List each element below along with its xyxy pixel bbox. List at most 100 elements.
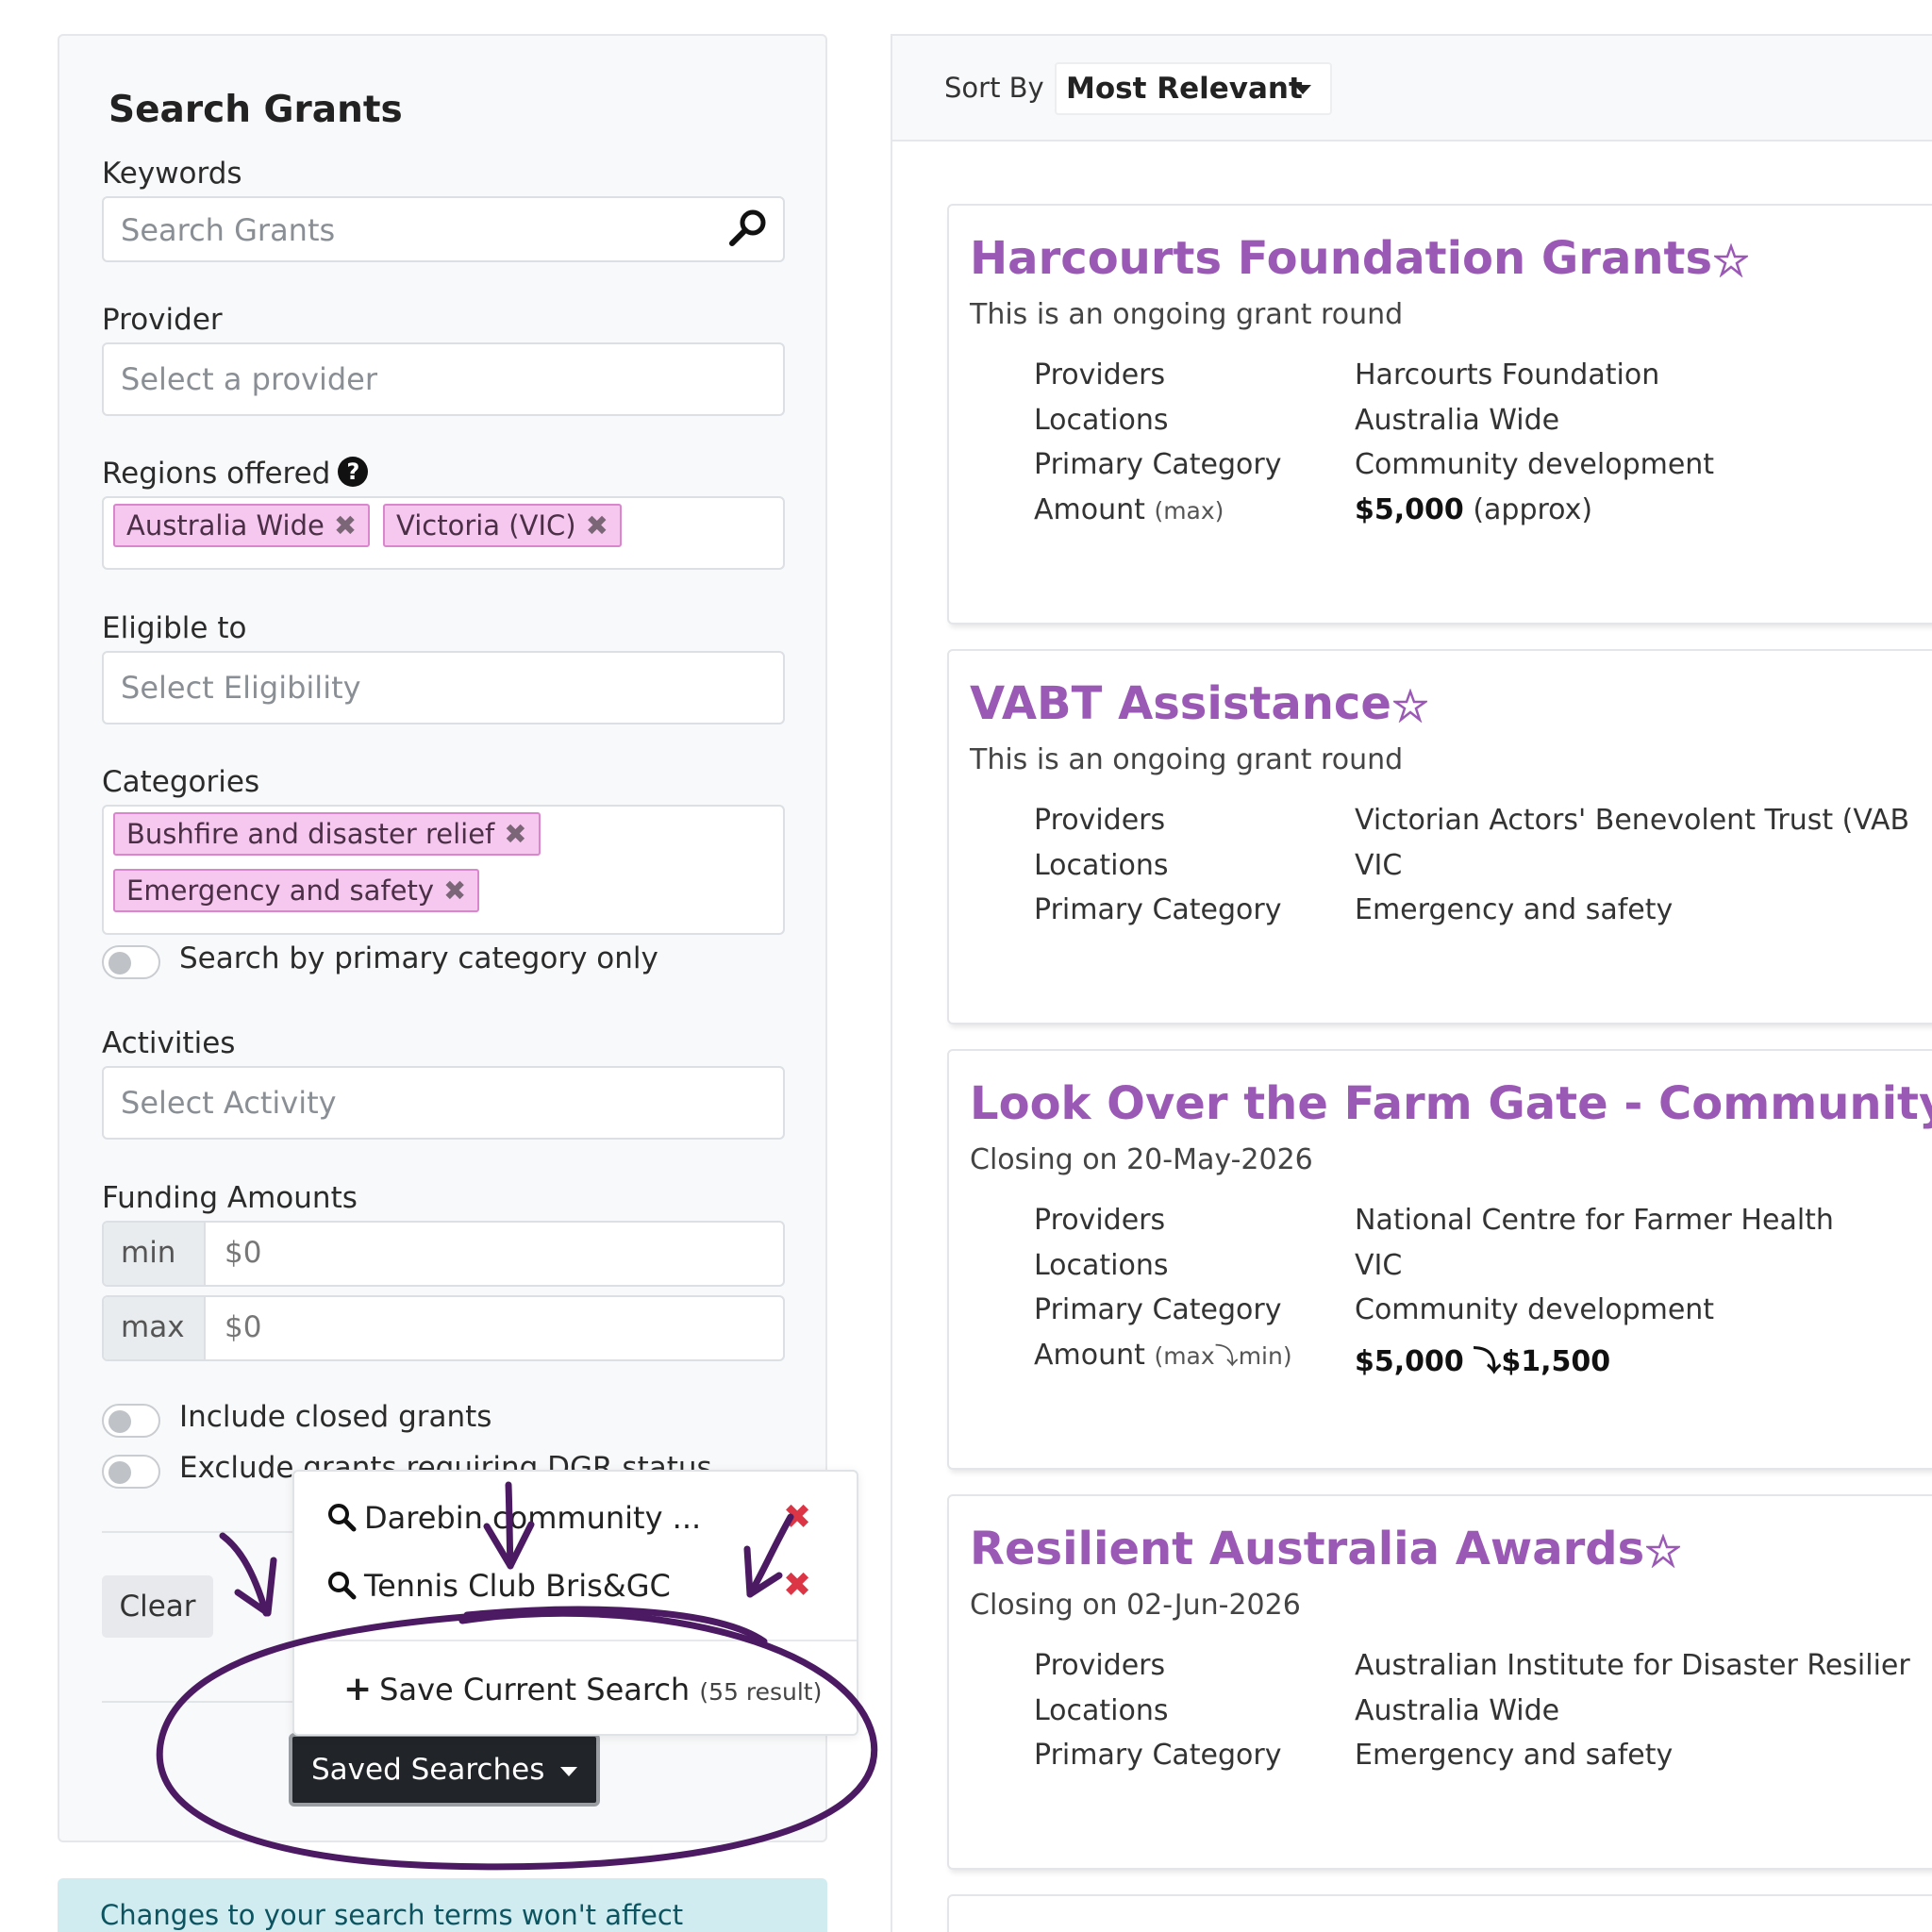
grant-title[interactable]: Resilient Australia Awards <box>970 1523 1681 1575</box>
keywords-input[interactable]: Search Grants <box>102 196 785 262</box>
grant-title[interactable]: Harcourts Foundation Grants <box>970 232 1749 285</box>
search-icon[interactable] <box>724 206 770 251</box>
search-icon <box>328 1572 357 1600</box>
providers-value: National Centre for Farmer Health <box>1355 1204 1834 1237</box>
chip-remove-icon[interactable]: ✖ <box>334 509 357 541</box>
grant-status: Closing on 02-Jun-2026 <box>970 1589 1301 1622</box>
star-icon[interactable] <box>1646 1534 1681 1568</box>
caret-down-icon <box>1294 85 1311 94</box>
region-chip: Australia Wide ✖ <box>113 504 371 547</box>
eligible-label: Eligible to <box>102 611 247 645</box>
dropdown-divider <box>294 1640 857 1641</box>
amount-qualifier: (max) <box>1154 497 1224 525</box>
sidebar-title: Search Grants <box>108 89 403 131</box>
star-icon[interactable] <box>1714 243 1749 277</box>
sort-select[interactable]: Most Relevant <box>1055 62 1332 115</box>
regions-label: Regions offered? <box>102 457 369 491</box>
exclude-dgr-toggle[interactable] <box>102 1455 160 1489</box>
grant-title[interactable]: VABT Assistance <box>970 677 1427 730</box>
saved-searches-button[interactable]: Saved Searches <box>289 1733 600 1807</box>
amount-qualifier-max: (max <box>1154 1342 1215 1370</box>
alert-text: Changes to your search terms won't affec… <box>100 1899 684 1931</box>
providers-label: Providers <box>1034 1204 1166 1237</box>
provider-select[interactable]: Select a provider <box>102 342 785 416</box>
grant-card: Resilient Australia Awards Closing on 02… <box>947 1494 1932 1870</box>
range-arrow-icon: ⤵ <box>1214 1342 1239 1370</box>
providers-label: Providers <box>1034 358 1166 391</box>
info-alert: Changes to your search terms won't affec… <box>58 1878 827 1932</box>
chip-label: Emergency and safety <box>126 874 435 907</box>
locations-value: VIC <box>1355 1249 1403 1282</box>
sort-bar: Sort By Most Relevant <box>892 34 1932 142</box>
amount-max: $5,000 <box>1355 1345 1464 1378</box>
category-label: Primary Category <box>1034 448 1282 481</box>
eligibility-select[interactable]: Select Eligibility <box>102 651 785 724</box>
amount-qualifier-min: min) <box>1238 1342 1292 1370</box>
category-value: Community development <box>1355 1293 1715 1326</box>
regions-select[interactable]: Australia Wide ✖ Victoria (VIC) ✖ <box>102 496 785 570</box>
locations-value: VIC <box>1355 849 1403 882</box>
star-icon[interactable] <box>1392 689 1427 723</box>
results-panel: Sort By Most Relevant Harcourts Foundati… <box>891 34 1932 1932</box>
category-chip: Emergency and safety ✖ <box>113 869 480 912</box>
saved-search-item[interactable]: Darebin community ... <box>326 1500 701 1536</box>
category-label: Primary Category <box>1034 1739 1282 1772</box>
providers-value: Victorian Actors' Benevolent Trust (VAB <box>1355 804 1910 837</box>
remove-saved-search-icon[interactable]: ✖ <box>783 1566 811 1605</box>
saved-search-item[interactable]: Tennis Club Bris&GC <box>326 1568 671 1604</box>
chip-remove-icon[interactable]: ✖ <box>443 874 466 907</box>
chip-label: Victoria (VIC) <box>396 509 576 541</box>
clear-button[interactable]: Clear <box>102 1575 213 1638</box>
save-current-search-button[interactable]: + Save Current Search (55 result) <box>343 1670 822 1708</box>
search-icon <box>328 1504 357 1532</box>
provider-label: Provider <box>102 303 223 337</box>
funding-max-input[interactable]: max $0 <box>102 1295 785 1361</box>
amount-label: Amount (max⤵min) <box>1034 1338 1292 1372</box>
amount-label: Amount (max) <box>1034 493 1224 526</box>
primary-category-toggle-label: Search by primary category only <box>179 941 658 975</box>
grant-status: This is an ongoing grant round <box>970 743 1404 776</box>
remove-saved-search-icon[interactable]: ✖ <box>783 1498 811 1537</box>
locations-label: Locations <box>1034 849 1169 882</box>
amount-value: $5,000 (approx) <box>1355 493 1592 526</box>
grant-title-text: Look Over the Farm Gate - Community G <box>970 1077 1932 1130</box>
chip-remove-icon[interactable]: ✖ <box>504 818 526 850</box>
locations-value: Australia Wide <box>1355 404 1560 437</box>
grant-card <box>947 1894 1932 1932</box>
funding-min-input[interactable]: min $0 <box>102 1221 785 1287</box>
grant-card: Harcourts Foundation Grants This is an o… <box>947 204 1932 625</box>
result-count: (55 result) <box>699 1678 823 1706</box>
providers-label: Providers <box>1034 1649 1166 1682</box>
providers-label: Providers <box>1034 804 1166 837</box>
question-circle-icon[interactable]: ? <box>338 457 369 487</box>
sort-value: Most Relevant <box>1066 72 1303 106</box>
include-closed-label: Include closed grants <box>179 1400 492 1434</box>
eligibility-placeholder: Select Eligibility <box>121 670 361 706</box>
activities-label: Activities <box>102 1026 236 1060</box>
grant-title-text: Harcourts Foundation Grants <box>970 232 1713 285</box>
keywords-label: Keywords <box>102 157 242 191</box>
grant-title[interactable]: Look Over the Farm Gate - Community G <box>970 1077 1932 1130</box>
sort-label: Sort By <box>944 72 1044 104</box>
providers-value: Harcourts Foundation <box>1355 358 1660 391</box>
regions-label-text: Regions offered <box>102 457 331 491</box>
chip-label: Bushfire and disaster relief <box>126 818 495 850</box>
plus-icon: + <box>343 1670 373 1708</box>
funding-max-value: $0 <box>225 1310 262 1344</box>
activity-select[interactable]: Select Activity <box>102 1066 785 1140</box>
grant-title-text: VABT Assistance <box>970 677 1391 730</box>
provider-placeholder: Select a provider <box>121 361 377 397</box>
categories-select[interactable]: Bushfire and disaster relief ✖ Emergency … <box>102 805 785 935</box>
category-label: Primary Category <box>1034 1293 1282 1326</box>
amount-max: $5,000 <box>1355 493 1464 526</box>
locations-label: Locations <box>1034 404 1169 437</box>
chip-remove-icon[interactable]: ✖ <box>586 509 608 541</box>
include-closed-toggle[interactable] <box>102 1404 160 1438</box>
funding-max-addon: max <box>104 1297 206 1359</box>
locations-label: Locations <box>1034 1694 1169 1727</box>
range-arrow-icon: ⤵ <box>1473 1345 1502 1378</box>
keywords-placeholder: Search Grants <box>121 212 336 248</box>
locations-label: Locations <box>1034 1249 1169 1282</box>
grant-status: Closing on 20-May-2026 <box>970 1143 1313 1176</box>
primary-category-toggle[interactable] <box>102 945 160 979</box>
